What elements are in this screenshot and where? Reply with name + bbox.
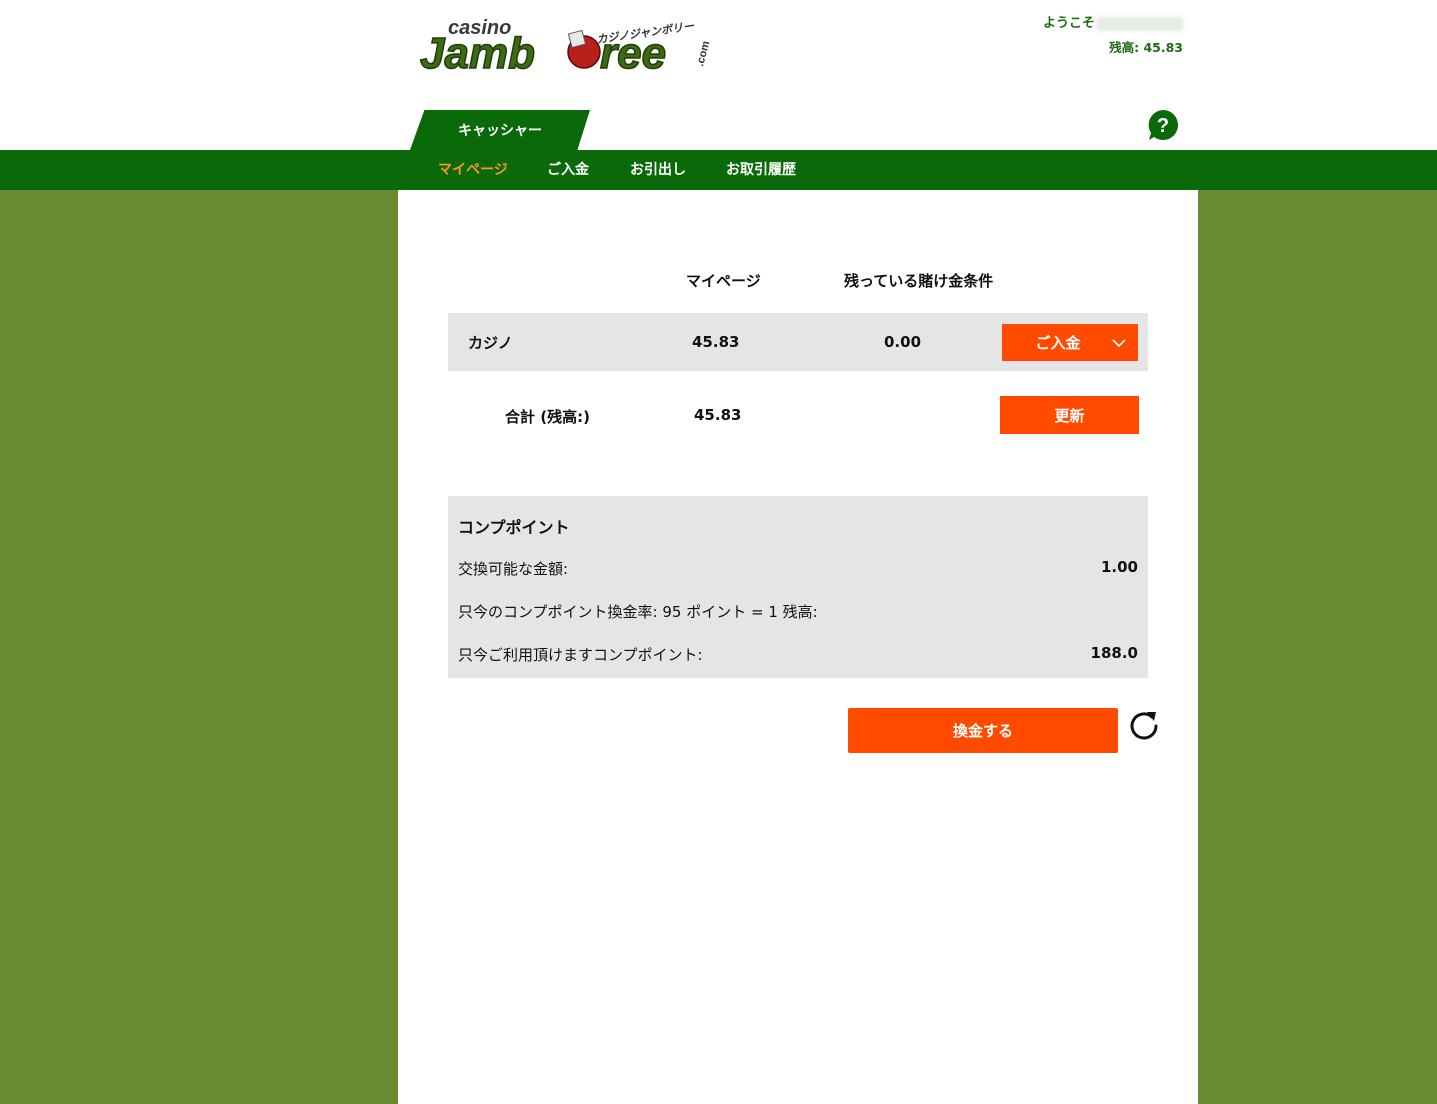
row-wagering: 0.00 xyxy=(884,333,922,351)
nav-withdraw[interactable]: お引出し xyxy=(630,150,686,190)
row-name: カジノ xyxy=(468,334,513,352)
column-header-wagering: 残っている賭け金条件 xyxy=(844,272,994,290)
main-content: マイページ 残っている賭け金条件 カジノ 45.83 0.00 ご入金 合計 (… xyxy=(398,190,1198,1104)
welcome-label: ようこそ xyxy=(1042,16,1095,31)
exchange-rate-label: 只今のコンプポイント換金率: 95 ポイント = 1 残高: xyxy=(458,603,818,621)
header: casino Jamb ree カジノジャンボリー .com ようこそ 残高: … xyxy=(0,0,1437,150)
svg-text:.com: .com xyxy=(694,40,712,68)
refresh-button[interactable]: 更新 xyxy=(1000,396,1139,434)
username-redacted xyxy=(1097,16,1183,31)
total-value: 45.83 xyxy=(694,406,742,424)
cashier-nav: マイページ ご入金 お引出し お取引履歴 xyxy=(0,150,1437,190)
refresh-icon[interactable] xyxy=(1128,708,1162,742)
exchangeable-label: 交換可能な金額: xyxy=(458,560,569,578)
background-right xyxy=(1198,190,1437,1104)
nav-mypage[interactable]: マイページ xyxy=(438,150,508,190)
exchangeable-value: 1.00 xyxy=(1100,558,1138,576)
header-balance: 残高: 45.83 xyxy=(1109,40,1183,55)
chevron-down-icon xyxy=(1112,339,1126,348)
welcome-box: ようこそ 残高: 45.83 xyxy=(1043,12,1183,56)
table-row-casino: カジノ 45.83 0.00 ご入金 xyxy=(448,313,1148,371)
nav-history[interactable]: お取引履歴 xyxy=(726,150,796,190)
row-balance: 45.83 xyxy=(692,333,740,351)
casino-jamboree-logo[interactable]: casino Jamb ree カジノジャンボリー .com xyxy=(418,14,718,78)
svg-text:Jamb: Jamb xyxy=(420,29,535,78)
tab-cashier[interactable]: キャッシャー xyxy=(410,110,590,150)
column-header-mypage: マイページ xyxy=(686,272,761,290)
nav-deposit[interactable]: ご入金 xyxy=(547,150,589,190)
help-icon[interactable]: ? xyxy=(1147,109,1179,141)
background-left xyxy=(0,190,398,1104)
available-points-value: 188.0 xyxy=(1090,644,1138,662)
comp-points-title: コンプポイント xyxy=(458,518,570,537)
deposit-dropdown-button[interactable]: ご入金 xyxy=(1002,324,1138,361)
comp-points-panel: コンプポイント 交換可能な金額: 1.00 只今のコンプポイント換金率: 95 … xyxy=(448,496,1148,678)
available-points-label: 只今ご利用頂けますコンプポイント: xyxy=(458,646,703,664)
total-label: 合計 (残高:) xyxy=(505,408,590,426)
svg-text:?: ? xyxy=(1157,115,1169,137)
deposit-button-label: ご入金 xyxy=(1035,334,1081,352)
redeem-button[interactable]: 換金する xyxy=(848,708,1118,753)
